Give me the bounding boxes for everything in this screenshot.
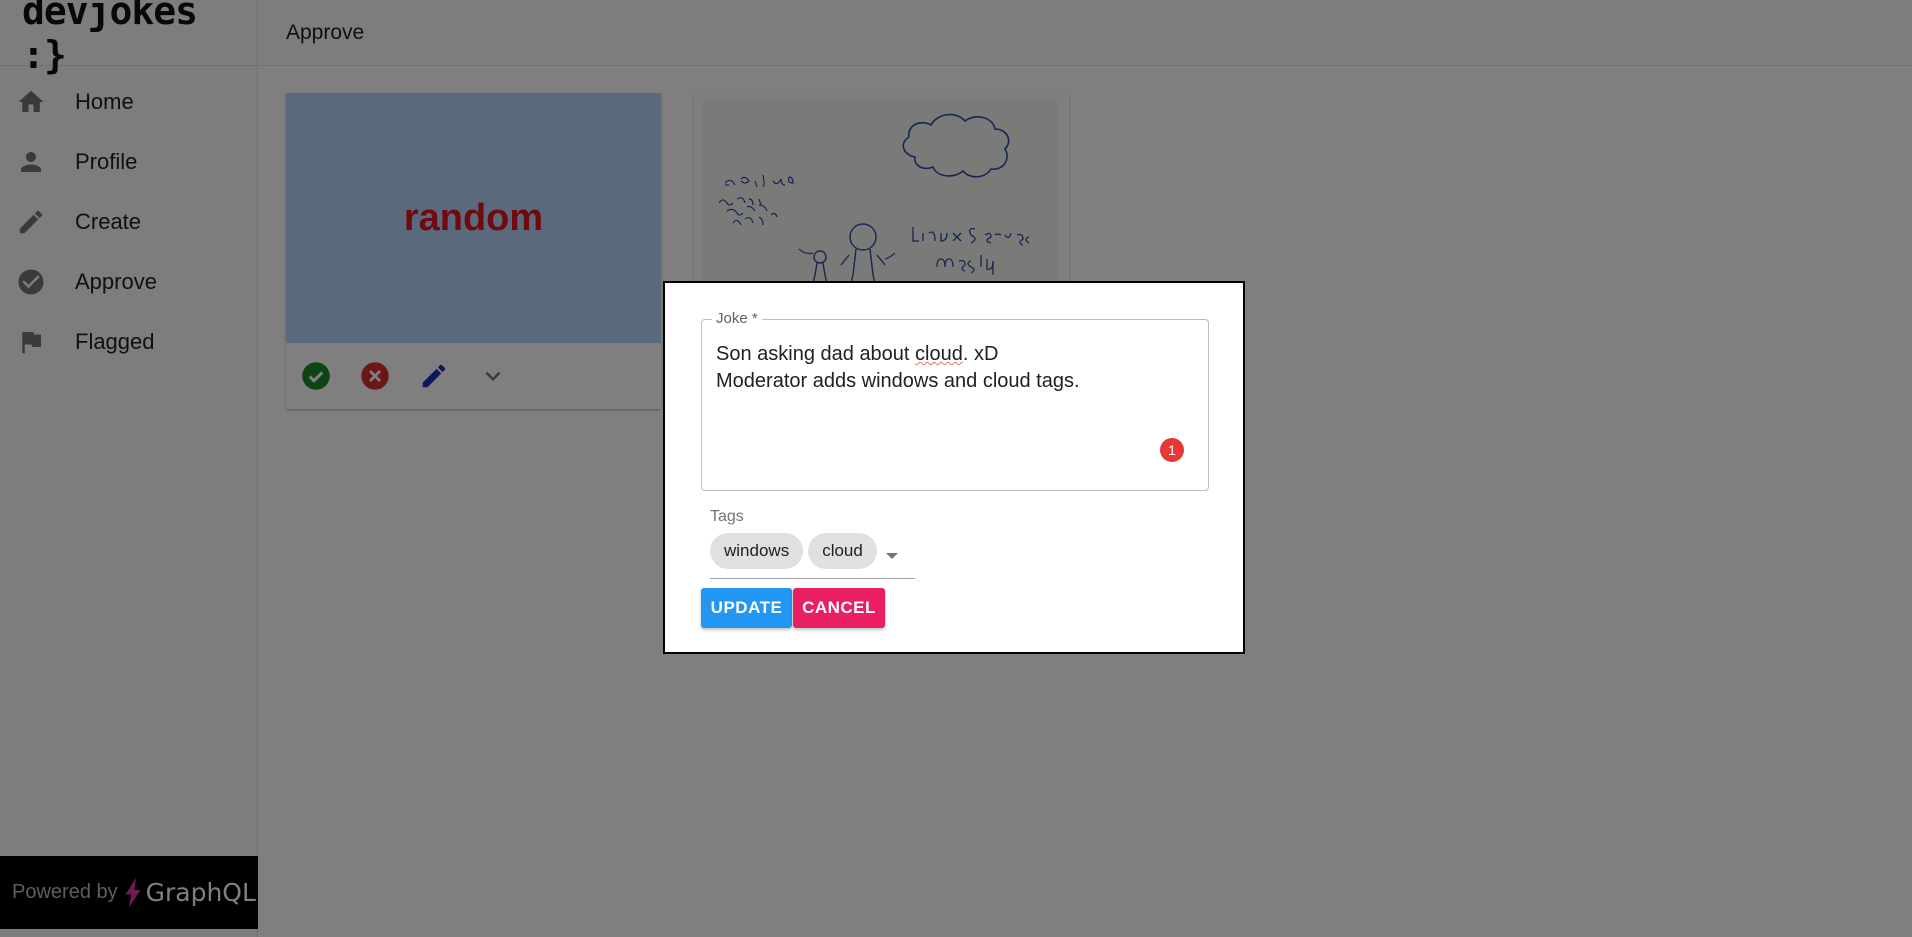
tags-label: Tags [710,508,744,525]
tag-chip[interactable]: windows [710,533,804,569]
joke-field-label: Joke * [712,310,762,327]
edit-joke-dialog: Joke * Son asking dad about cloud. xD Mo… [663,281,1245,654]
joke-text-line2: Moderator adds windows and cloud tags. [716,370,1080,392]
update-button[interactable]: UPDATE [701,588,792,628]
joke-text-part: . xD [962,343,999,365]
grammar-badge[interactable]: 1 [1160,438,1184,462]
tag-chip[interactable]: cloud [808,533,877,569]
cancel-button[interactable]: CANCEL [793,588,885,628]
tags-select[interactable]: windows cloud [710,533,915,579]
spellcheck-word: cloud [915,343,963,365]
dropdown-arrow-icon[interactable] [885,553,898,559]
joke-text-part: Son asking dad about [716,343,916,365]
joke-text[interactable]: Son asking dad about cloud. xD Moderator… [716,341,1080,395]
joke-textarea[interactable]: Joke * Son asking dad about cloud. xD Mo… [701,310,1209,491]
